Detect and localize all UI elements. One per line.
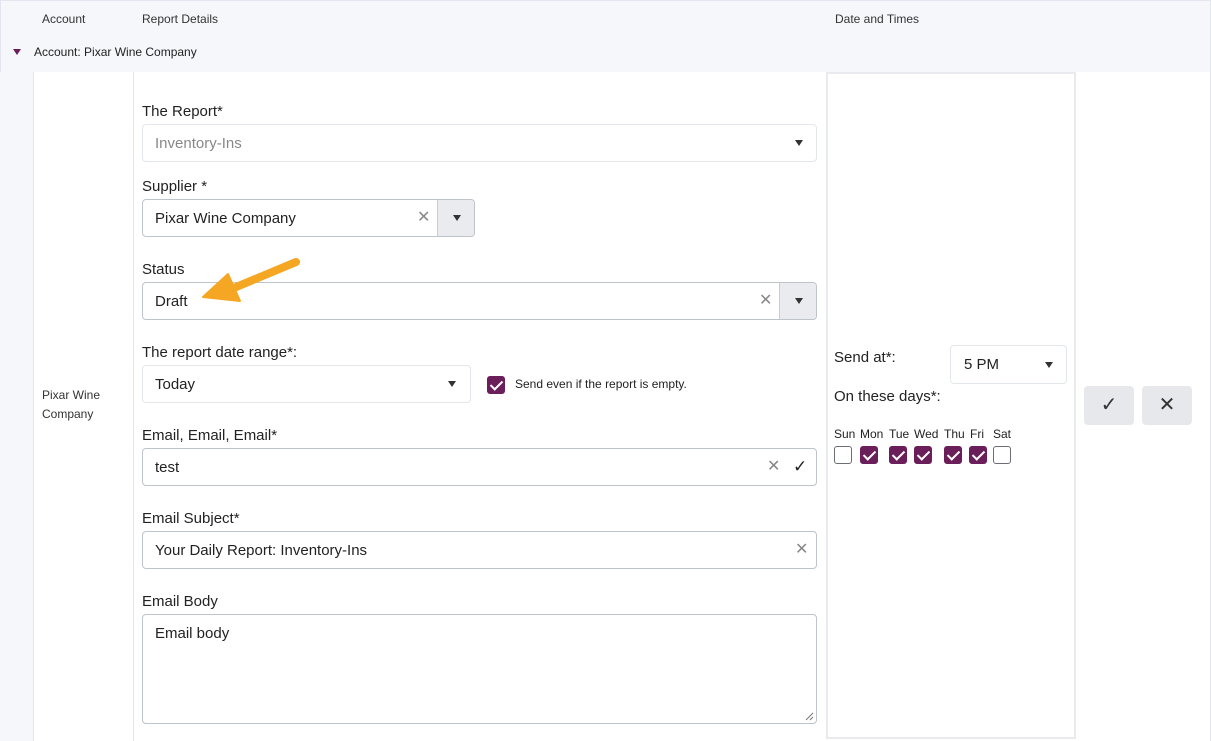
date-range-select[interactable]: Today (142, 365, 471, 403)
day-checkbox-fri[interactable] (969, 446, 987, 464)
row-indent (0, 72, 33, 741)
date-range-label: The report date range*: (142, 344, 298, 361)
column-divider (133, 72, 134, 741)
account-name: Pixar Wine Company (42, 388, 101, 421)
check-icon: ✓ (793, 457, 808, 476)
supplier-value: Pixar Wine Company (155, 210, 296, 227)
day-checkbox-thu[interactable] (944, 446, 962, 464)
day-checkbox-sun[interactable] (834, 446, 852, 464)
caret-down-icon (795, 298, 803, 304)
close-icon[interactable]: ✕ (767, 459, 780, 475)
caret-down-icon (453, 215, 461, 221)
header-date-and-times: Date and Times (835, 12, 920, 26)
column-divider (33, 72, 34, 741)
group-label: Account: Pixar Wine Company (34, 45, 197, 59)
body-value: Email body (155, 625, 230, 642)
email-value: test (155, 459, 180, 476)
close-icon[interactable]: ✕ (759, 293, 772, 309)
send-at-value: 5 PM (964, 356, 1000, 373)
send-empty-checkbox[interactable] (487, 376, 505, 394)
day-label-thu: Thu (944, 427, 965, 441)
cancel-button[interactable]: ✕ (1142, 386, 1192, 425)
subject-field[interactable]: Your Daily Report: Inventory-Ins ✕ (142, 531, 817, 569)
header-account: Account (42, 12, 86, 26)
caret-down-icon (795, 140, 803, 146)
close-icon[interactable]: ✕ (795, 542, 808, 558)
group-row[interactable]: Account: Pixar Wine Company (0, 34, 1211, 72)
resize-handle-icon[interactable] (805, 712, 814, 721)
day-label-wed: Wed (914, 427, 939, 441)
send-empty-label: Send even if the report is empty. (515, 377, 687, 391)
table-header: Account Report Details Date and Times (0, 0, 1211, 34)
report-label: The Report* (142, 103, 223, 120)
send-at-label: Send at*: (834, 349, 896, 366)
arrow-annotation-icon (202, 258, 300, 302)
day-checkbox-tue[interactable] (889, 446, 907, 464)
day-label-sun: Sun (834, 427, 856, 441)
schedule-panel (826, 72, 1076, 739)
date-range-value: Today (155, 376, 196, 393)
status-value: Draft (155, 293, 188, 310)
close-icon[interactable]: ✕ (417, 210, 430, 226)
check-icon: ✓ (1100, 394, 1118, 416)
day-checkbox-sat[interactable] (993, 446, 1011, 464)
day-checkbox-wed[interactable] (914, 446, 932, 464)
days-label: On these days*: (834, 388, 941, 405)
body-label: Email Body (142, 593, 218, 610)
supplier-label: Supplier * (142, 178, 208, 195)
supplier-select[interactable]: Pixar Wine Company ✕ (142, 199, 475, 237)
caret-down-icon[interactable] (13, 49, 21, 55)
report-value: Inventory-Ins (155, 135, 242, 152)
send-at-select[interactable]: 5 PM (950, 345, 1067, 384)
header-report-details: Report Details (142, 12, 219, 26)
day-label-fri: Fri (970, 427, 984, 441)
day-checkbox-mon[interactable] (860, 446, 878, 464)
subject-label: Email Subject* (142, 510, 240, 527)
day-label-sat: Sat (993, 427, 1012, 441)
day-label-tue: Tue (889, 427, 910, 441)
status-dropdown-button[interactable] (779, 283, 816, 319)
caret-down-icon (448, 381, 456, 387)
email-body-textarea[interactable]: Email body (142, 614, 817, 724)
caret-down-icon (1045, 362, 1053, 368)
email-label: Email, Email, Email* (142, 427, 278, 444)
close-icon: ✕ (1158, 394, 1176, 416)
report-select[interactable]: Inventory-Ins (142, 124, 817, 162)
email-field[interactable]: test ✕ ✓ (142, 448, 817, 486)
supplier-dropdown-button[interactable] (437, 200, 474, 236)
subject-value: Your Daily Report: Inventory-Ins (155, 542, 368, 559)
day-label-mon: Mon (860, 427, 884, 441)
save-button[interactable]: ✓ (1084, 386, 1134, 425)
status-label: Status (142, 261, 185, 278)
